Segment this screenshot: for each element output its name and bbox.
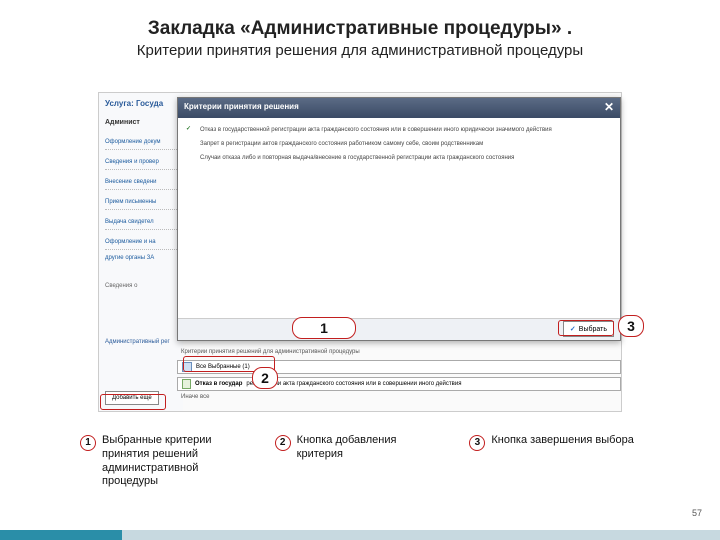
page-number: 57 xyxy=(692,508,702,518)
criteria-modal: Критерии принятия решения ✕ Отказ в госу… xyxy=(177,97,621,341)
legend-text: Кнопка завершения выбора xyxy=(491,434,633,489)
chosen-text: регистрации акта гражданского состояния … xyxy=(246,381,461,387)
legend-item: 1 Выбранные критерии принятия решений ад… xyxy=(80,434,251,489)
footer-bar xyxy=(0,530,720,540)
all-sub-label: Иначе все xyxy=(177,391,621,400)
criterion-item[interactable]: Отказ в государственной регистрации акта… xyxy=(186,124,612,138)
criterion-item[interactable]: Случаи отказа либо и повторная выдача/вн… xyxy=(186,152,612,166)
slide-subtitle: Критерии принятия решения для администра… xyxy=(0,40,720,69)
lower-panel: Критерии принятия решений для администра… xyxy=(177,345,621,400)
modal-footer: ✓ Выбрать xyxy=(178,318,620,340)
document-icon xyxy=(182,379,191,389)
service-label: Услуга: Госуда xyxy=(105,99,163,108)
legend-text: Выбранные критерии принятия решений адми… xyxy=(102,434,251,489)
nav-item[interactable]: Оформление и на xyxy=(105,239,177,250)
svedeniya-label: Сведения о xyxy=(105,283,177,293)
footer-fill xyxy=(122,530,720,540)
sidebar: Услуга: Госуда Админист Оформление докум… xyxy=(99,93,183,411)
chosen-criterion[interactable]: Отказ в государ регистрации акта граждан… xyxy=(177,377,621,391)
admin-label: Админист xyxy=(105,119,140,126)
mark-rect-2 xyxy=(100,394,166,410)
legend-num: 1 xyxy=(80,435,96,451)
modal-header: Критерии принятия решения ✕ xyxy=(178,98,620,118)
close-icon[interactable]: ✕ xyxy=(602,100,616,114)
nav-item[interactable]: Оформление докум xyxy=(105,139,177,150)
callout-3: 3 xyxy=(618,315,644,337)
legend: 1 Выбранные критерии принятия решений ад… xyxy=(80,434,640,489)
nav-item[interactable]: другие органы ЗА xyxy=(105,255,177,265)
slide-title: Закладка «Административные процедуры» . xyxy=(0,0,720,40)
nav-item[interactable]: Выдача свидетел xyxy=(105,219,177,230)
legend-num: 3 xyxy=(469,435,485,451)
chosen-head: Отказ в государ xyxy=(195,381,242,387)
legend-num: 2 xyxy=(275,435,291,451)
callout-1: 1 xyxy=(292,317,356,339)
criterion-item[interactable]: Запрет в регистрации актов гражданского … xyxy=(186,138,612,152)
callout-2: 2 xyxy=(252,367,278,389)
mark-rect-3 xyxy=(558,320,614,336)
nav-item[interactable]: Внесение сведени xyxy=(105,179,177,190)
footer-accent xyxy=(0,530,122,540)
app-screenshot: Услуга: Госуда Админист Оформление докум… xyxy=(98,92,622,412)
legend-text: Кнопка добавления критерия xyxy=(297,434,446,489)
legend-item: 3 Кнопка завершения выбора xyxy=(469,434,640,489)
nav-item[interactable]: Сведения и провер xyxy=(105,159,177,170)
modal-body: Отказ в государственной регистрации акта… xyxy=(178,118,620,171)
modal-title: Критерии принятия решения xyxy=(184,102,299,111)
admin-reg-label: Административный рег xyxy=(105,339,177,349)
legend-item: 2 Кнопка добавления критерия xyxy=(275,434,446,489)
nav-item[interactable]: Прием письменны xyxy=(105,199,177,210)
